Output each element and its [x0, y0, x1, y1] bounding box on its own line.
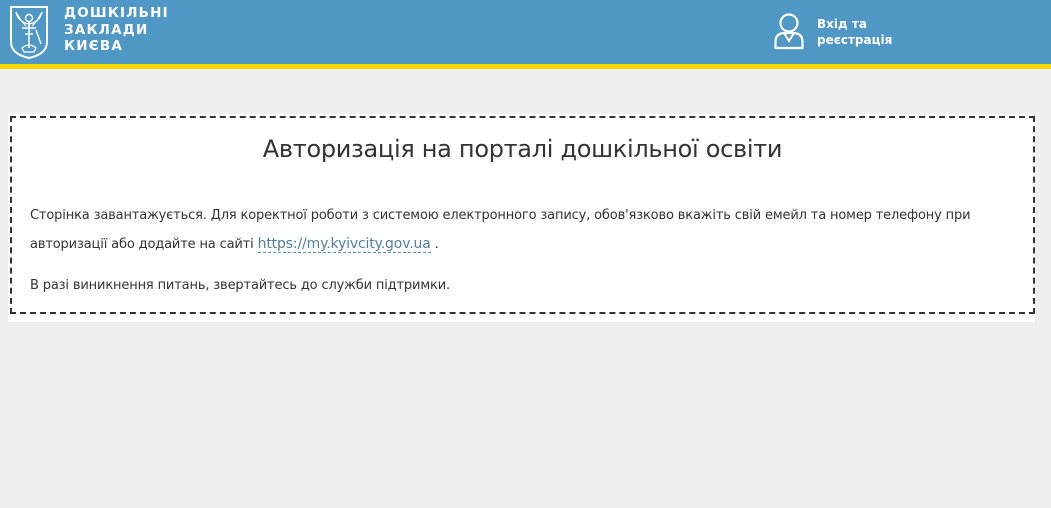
logo-line-1: ДОШКІЛЬНІ: [64, 5, 169, 21]
login-label-line-1: Вхід та: [817, 17, 867, 31]
site-header: ДОШКІЛЬНІ ЗАКЛАДИ КИЄВА Вхід та реєстрац…: [0, 0, 1051, 69]
site-logo-text[interactable]: ДОШКІЛЬНІ ЗАКЛАДИ КИЄВА: [64, 5, 169, 55]
loading-notice-text: Сторінка завантажується. Для коректної р…: [30, 208, 971, 252]
login-register-button[interactable]: Вхід та реєстрація: [770, 10, 920, 54]
support-paragraph: В разі виникнення питань, звертайтесь до…: [30, 278, 450, 293]
user-icon: [774, 13, 804, 50]
auth-panel-dashed-frame: Авторизація на порталі дошкільної освіти…: [10, 116, 1035, 314]
kyiv-coat-of-arms-icon[interactable]: [8, 4, 50, 60]
login-label: Вхід та реєстрація: [817, 17, 892, 48]
page-title: Авторизація на порталі дошкільної освіти: [262, 135, 783, 163]
loading-notice-paragraph: Сторінка завантажується. Для коректної р…: [30, 202, 1030, 259]
login-label-line-2: реєстрація: [817, 32, 893, 47]
logo-line-3: КИЄВА: [64, 38, 123, 54]
kyivcity-site-link[interactable]: https://my.kyivcity.gov.ua: [257, 236, 431, 253]
logo-line-2: ЗАКЛАДИ: [64, 21, 149, 38]
loading-notice-end: .: [430, 237, 439, 252]
auth-panel: Авторизація на порталі дошкільної освіти…: [8, 114, 1035, 322]
